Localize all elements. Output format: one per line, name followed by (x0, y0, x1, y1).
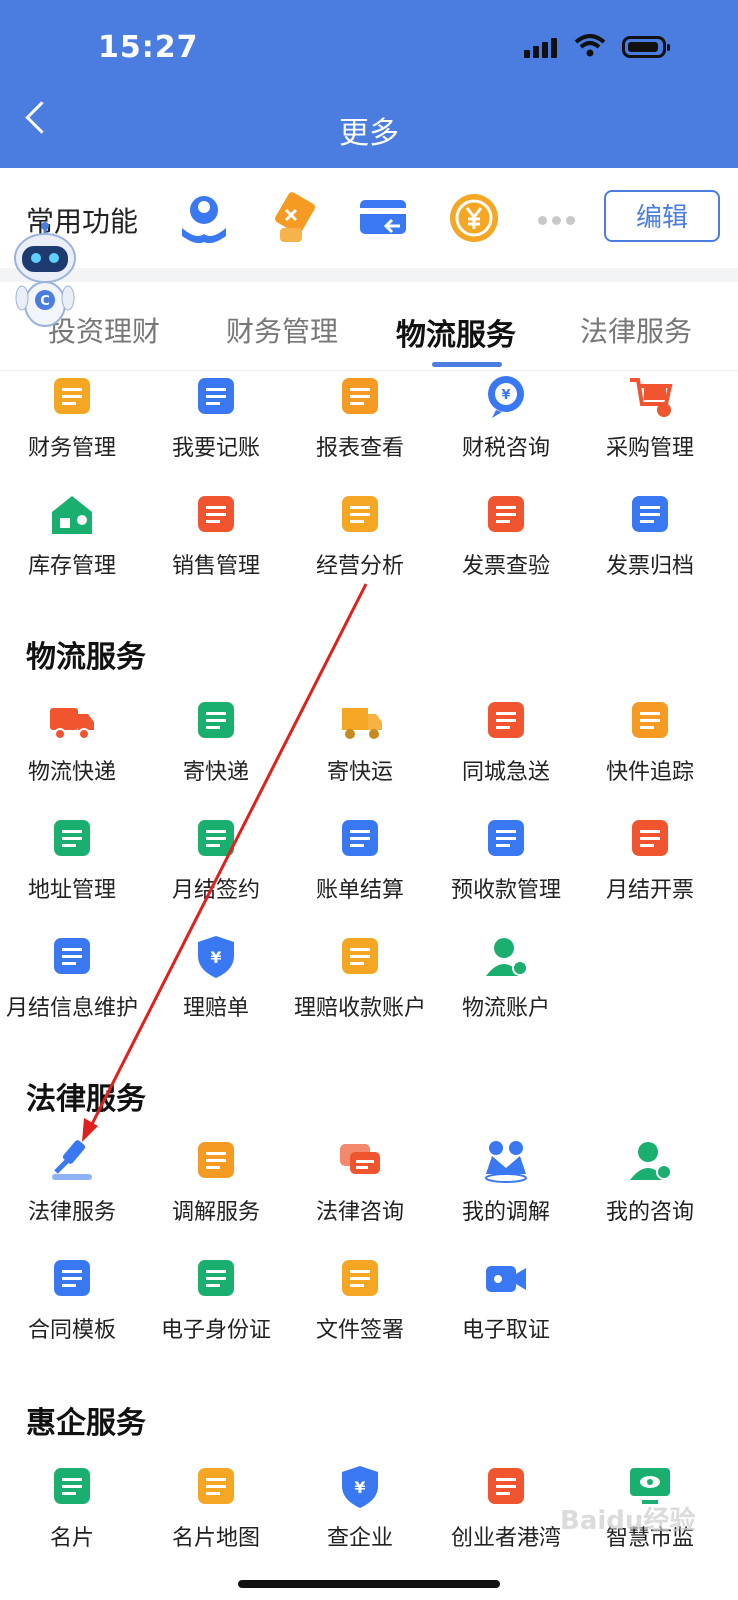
watermark: Baidu经验 (560, 1506, 696, 1536)
home-indicator[interactable] (238, 1580, 500, 1588)
annotation-arrow (82, 583, 368, 1142)
